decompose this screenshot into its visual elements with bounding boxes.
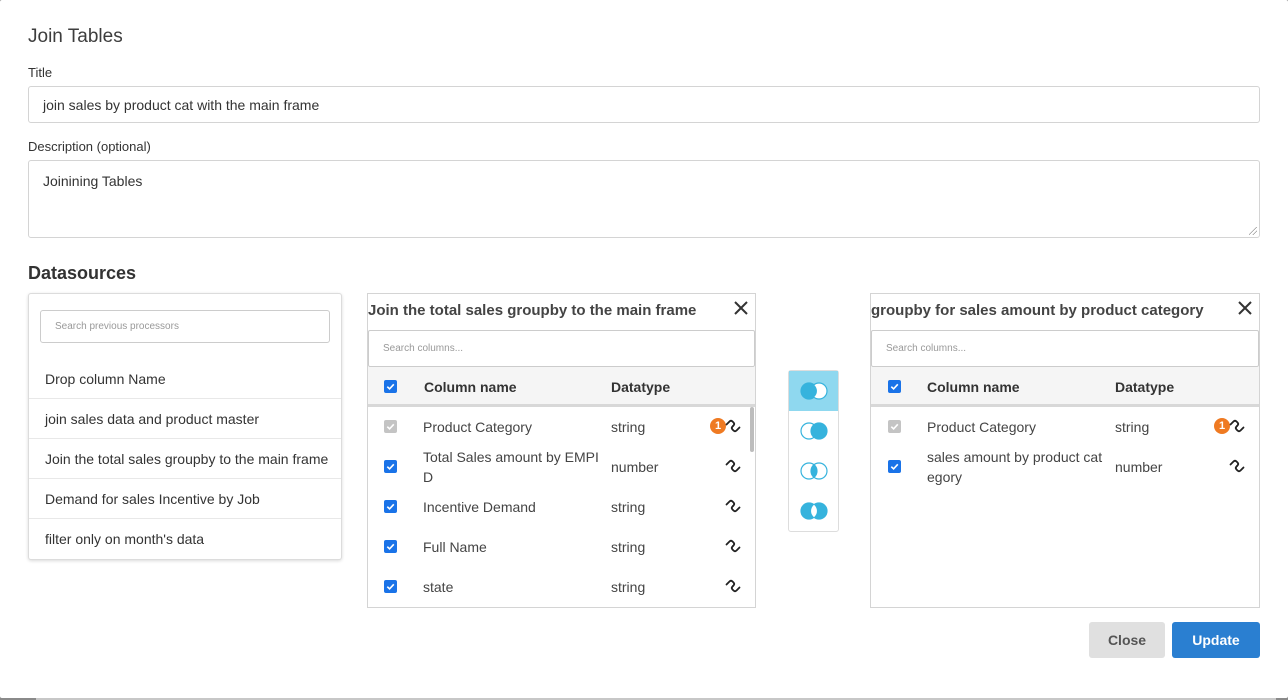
column-name: state — [423, 579, 454, 595]
inner-join-icon — [799, 462, 828, 480]
update-button[interactable]: Update — [1172, 622, 1260, 658]
column-name-header: Column name — [927, 379, 1020, 395]
row-checkbox[interactable] — [384, 420, 397, 433]
column-datatype: number — [1115, 459, 1163, 475]
column-name: Total Sales amount by EMPI D — [423, 449, 599, 485]
table-row: Total Sales amount by EMPI D number — [368, 447, 755, 487]
link-icon[interactable] — [1228, 417, 1246, 435]
check-icon — [386, 383, 395, 391]
check-icon — [386, 543, 395, 551]
close-icon[interactable] — [732, 298, 750, 318]
link-icon[interactable] — [1228, 457, 1246, 475]
resize-grip[interactable] — [1249, 227, 1257, 235]
right-table-header: Column name Datatype — [871, 367, 1259, 407]
column-datatype: string — [611, 579, 646, 595]
check-icon — [890, 423, 899, 431]
link-icon[interactable] — [724, 457, 742, 475]
column-name: Product Category — [927, 419, 1036, 435]
right-join-icon — [799, 422, 828, 440]
processor-item[interactable]: Demand for sales Incentive by Job — [29, 479, 341, 519]
inner-join-button[interactable] — [789, 451, 838, 491]
left-join-icon — [799, 382, 828, 400]
left-table-header: Column name Datatype — [368, 367, 755, 407]
modal-title: Join Tables — [28, 26, 123, 47]
title-input-value: join sales by product cat with the main … — [43, 96, 320, 113]
check-icon — [386, 463, 395, 471]
column-datatype: string — [611, 499, 646, 515]
column-name: sales amount by product cat egory — [927, 449, 1103, 485]
table-row: sales amount by product cat egory number — [871, 447, 1259, 487]
column-datatype: string — [611, 419, 646, 435]
right-table-panel: groupby for sales amount by product cate… — [870, 293, 1260, 608]
column-name: Incentive Demand — [423, 499, 536, 515]
row-checkbox[interactable] — [384, 460, 397, 473]
link-icon[interactable] — [724, 417, 742, 435]
processor-item[interactable]: filter only on month's data — [29, 519, 341, 559]
check-icon — [386, 423, 395, 431]
table-row: Full Name string — [368, 527, 755, 567]
table-row: Incentive Demand string — [368, 487, 755, 527]
right-column-search-placeholder: Search columns... — [886, 343, 967, 354]
left-table-title-text: Join the total sales groupby to the main… — [368, 301, 697, 319]
description-value: Joinining Tables — [43, 173, 143, 189]
processor-item[interactable]: Join the total sales groupby to the main… — [29, 439, 341, 479]
table-row: Product Category string 1 — [368, 407, 755, 447]
check-icon — [890, 383, 899, 391]
datasources-heading: Datasources — [28, 263, 137, 283]
column-datatype: string — [611, 539, 646, 555]
check-icon — [890, 463, 899, 471]
right-table-title: groupby for sales amount by product cate… — [871, 294, 1259, 326]
check-icon — [386, 583, 395, 591]
right-column-search-input[interactable]: Search columns... — [871, 330, 1259, 367]
row-checkbox[interactable] — [888, 460, 901, 473]
row-checkbox[interactable] — [384, 500, 397, 513]
processors-panel: Search previous processors Drop column N… — [28, 293, 342, 560]
check-icon — [386, 503, 395, 511]
link-icon[interactable] — [724, 577, 742, 595]
left-table-panel: Join the total sales groupby to the main… — [367, 293, 756, 608]
datatype-header: Datatype — [1115, 379, 1175, 395]
title-input[interactable]: join sales by product cat with the main … — [28, 86, 1260, 123]
join-tables-modal: Join Tables Title join sales by product … — [0, 0, 1288, 698]
close-button[interactable]: Close — [1089, 622, 1165, 658]
table-row: Product Category string 1 — [871, 407, 1259, 447]
column-datatype: number — [611, 459, 659, 475]
left-column-search-placeholder: Search columns... — [383, 343, 464, 354]
join-type-selector — [788, 370, 839, 532]
outer-join-icon — [799, 502, 828, 520]
close-icon[interactable] — [1236, 298, 1254, 318]
left-column-search-input[interactable]: Search columns... — [368, 330, 755, 367]
column-name: Product Category — [423, 419, 532, 435]
table-scrollbar[interactable] — [750, 407, 754, 452]
datatype-header: Datatype — [611, 379, 671, 395]
processor-item[interactable]: Drop column Name — [29, 359, 341, 399]
link-icon[interactable] — [724, 537, 742, 555]
processor-search-placeholder: Search previous processors — [55, 321, 179, 332]
outer-join-button[interactable] — [789, 491, 838, 531]
select-all-checkbox[interactable] — [888, 380, 901, 393]
right-join-button[interactable] — [789, 411, 838, 451]
description-textarea[interactable]: Joinining Tables — [28, 160, 1260, 238]
link-icon[interactable] — [724, 497, 742, 515]
table-row: state string — [368, 567, 755, 607]
left-table-title: Join the total sales groupby to the main… — [368, 294, 755, 326]
row-checkbox[interactable] — [384, 540, 397, 553]
left-join-button[interactable] — [789, 371, 838, 411]
column-name: Full Name — [423, 539, 487, 555]
select-all-checkbox[interactable] — [384, 380, 397, 393]
description-label: Description (optional) — [28, 139, 151, 154]
row-checkbox[interactable] — [888, 420, 901, 433]
right-table-title-text: groupby for sales amount by product cate… — [871, 301, 1204, 319]
row-checkbox[interactable] — [384, 580, 397, 593]
column-name-header: Column name — [424, 379, 517, 395]
processor-search-input[interactable]: Search previous processors — [40, 310, 330, 343]
column-datatype: string — [1115, 419, 1150, 435]
title-label: Title — [28, 65, 53, 80]
processor-item[interactable]: join sales data and product master — [29, 399, 341, 439]
processor-list: Drop column Name join sales data and pro… — [29, 359, 341, 559]
